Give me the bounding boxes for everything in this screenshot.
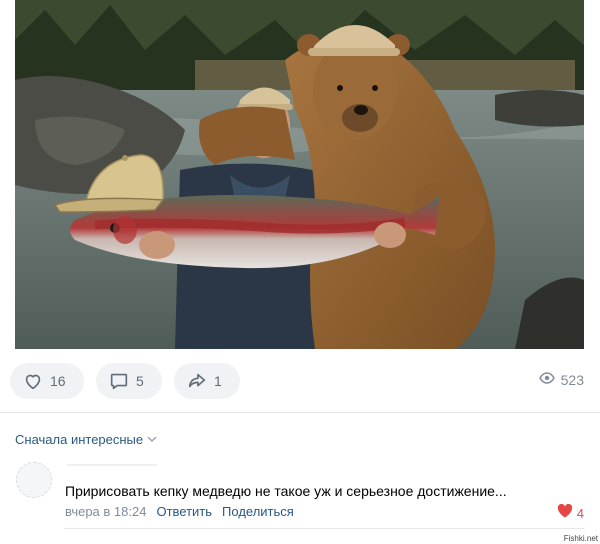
heart-filled-icon: [557, 503, 573, 523]
eye-icon: [538, 371, 555, 389]
comment-text: Пририсовать кепку медведю не такое уж и …: [65, 483, 507, 499]
watermark: Fishki.net: [563, 534, 598, 543]
post-actions: 16 5 1: [10, 363, 240, 399]
comment-divider: [64, 528, 584, 529]
sort-label: Сначала интересные: [15, 431, 144, 447]
avatar[interactable]: [16, 462, 52, 498]
comments-sort-dropdown[interactable]: Сначала интересные: [15, 430, 157, 448]
comment-item: Пририсовать кепку медведю не такое уж и …: [12, 456, 588, 528]
views-counter: 523: [538, 371, 584, 389]
divider: [0, 412, 600, 413]
reply-link[interactable]: Ответить: [156, 504, 212, 519]
share-link[interactable]: Поделиться: [222, 504, 294, 519]
comment-author[interactable]: [67, 460, 157, 470]
like-button[interactable]: 16: [10, 363, 84, 399]
share-count: 1: [214, 373, 222, 389]
comment-meta: вчера в 18:24 Ответить Поделиться: [65, 504, 294, 519]
views-count: 523: [560, 372, 584, 388]
share-button[interactable]: 1: [174, 363, 240, 399]
like-count: 16: [50, 373, 66, 389]
share-arrow-icon: [186, 370, 208, 392]
comment-like-count: 4: [576, 506, 584, 521]
post-photo[interactable]: [15, 0, 584, 349]
speech-bubble-icon: [108, 370, 130, 392]
comment-like-button[interactable]: 4: [557, 503, 584, 523]
comment-time[interactable]: вчера в 18:24: [65, 504, 146, 519]
comment-button[interactable]: 5: [96, 363, 162, 399]
comment-count: 5: [136, 373, 144, 389]
chevron-down-icon: [147, 430, 157, 448]
heart-outline-icon: [22, 370, 44, 392]
